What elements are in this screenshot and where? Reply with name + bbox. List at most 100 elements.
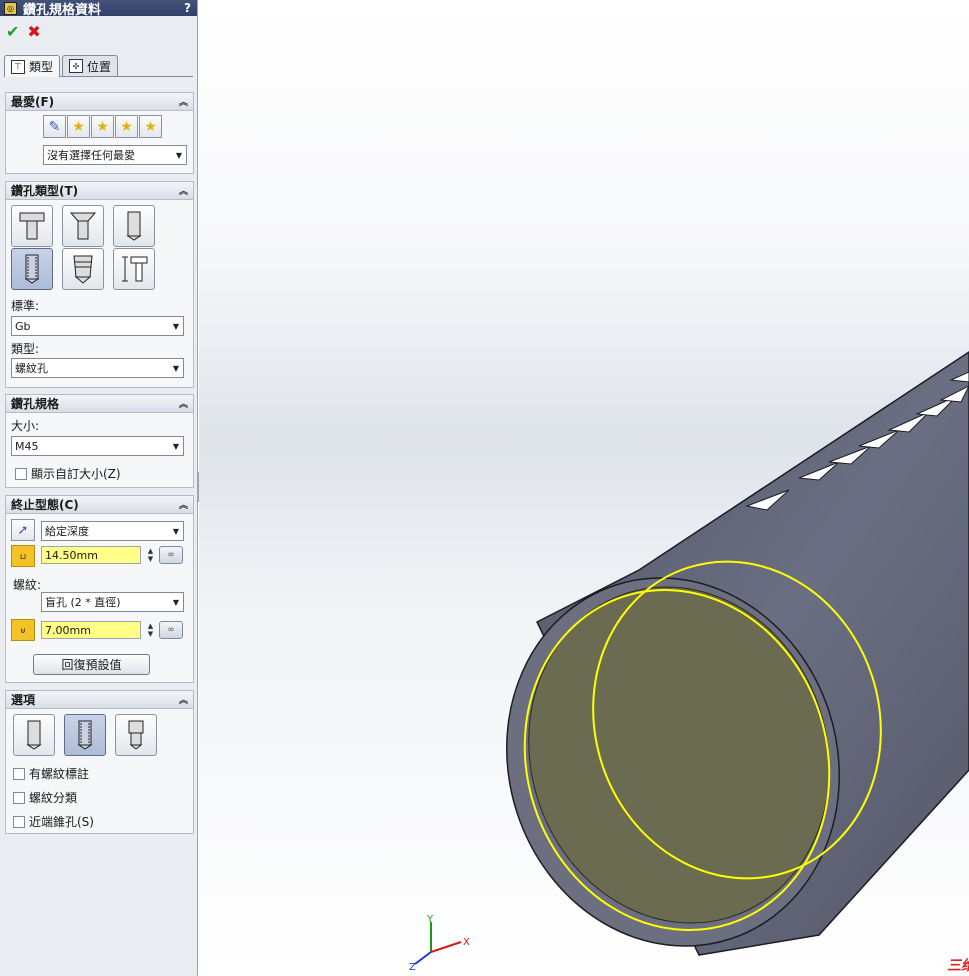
favorites-header[interactable]: 最愛(F) ︽ (6, 93, 193, 111)
thread-select[interactable]: 盲孔 (2 * 直徑) ▼ (41, 592, 184, 612)
countersink-icon[interactable] (62, 205, 104, 247)
custom-size-label: 顯示自訂大小(Z) (31, 467, 121, 481)
coordinate-triad: Y X Z (409, 914, 470, 972)
options-group: 選項 ︽ 有螺紋標註 螺紋分類 近端錐孔(S) (5, 690, 194, 834)
depth-input[interactable]: 14.50mm (41, 546, 141, 564)
tab-position-label: 位置 (87, 59, 112, 74)
thread-class-checkbox[interactable]: 螺紋分類 (13, 789, 77, 806)
thread-select-value: 盲孔 (2 * 直徑) (45, 596, 121, 609)
end-condition-select[interactable]: 給定深度 ▼ (41, 521, 184, 541)
near-side-countersink-label: 近端錐孔(S) (29, 815, 94, 829)
chevron-down-icon: ▼ (175, 150, 183, 160)
size-select-value: M45 (15, 439, 39, 453)
hole-spec-group: 鑽孔規格 ︽ 大小: M45 ▼ 顯示自訂大小(Z) (5, 394, 194, 488)
favorite-select[interactable]: 沒有選擇任何最愛 ▼ (43, 145, 187, 165)
delete-favorite-icon[interactable]: ★ (91, 115, 114, 138)
standard-select[interactable]: Gb ▼ (11, 316, 184, 336)
model-view (506, 351, 969, 956)
checkbox-box[interactable] (13, 791, 25, 804)
thread-depth-value: 7.00mm (45, 623, 91, 637)
hole-type-group: 鑽孔類型(T) ︽ 標準: Gb ▼ 類型: 螺紋孔 ▼ (5, 181, 194, 388)
remove-thread-icon[interactable] (115, 714, 157, 756)
depth-spinner[interactable]: ▲ ▼ (145, 546, 156, 564)
simple-hole-icon[interactable] (113, 205, 155, 247)
hole-type-header[interactable]: 鑽孔類型(T) ︽ (6, 182, 193, 200)
watermark: 三维网www.3dportal.cn (947, 958, 969, 976)
apply-defaults-icon[interactable]: ✎ (43, 115, 66, 138)
pipe-tap-icon[interactable] (62, 248, 104, 290)
chevron-down-icon: ▼ (172, 363, 180, 373)
cancel-button[interactable]: ✖ (27, 22, 40, 41)
checkbox-box[interactable] (13, 767, 25, 780)
axis-z-label: Z (409, 962, 416, 972)
chevron-down-icon: ▼ (172, 526, 180, 536)
thread-callout-checkbox[interactable]: 有螺紋標註 (13, 765, 89, 782)
end-condition-heading: 終止型態(C) (11, 498, 79, 512)
options-header[interactable]: 選項 ︽ (6, 691, 193, 709)
counterbore-icon[interactable] (11, 205, 53, 247)
help-icon[interactable]: ? (184, 1, 191, 15)
collapse-icon[interactable]: ︽ (179, 693, 188, 706)
thread-label: 螺紋: (13, 578, 42, 592)
panel-title: 鑽孔規格資料 (23, 2, 102, 17)
reverse-direction-icon[interactable]: ➚ (11, 519, 35, 541)
save-favorite-icon[interactable]: ★ (115, 115, 138, 138)
size-label: 大小: (11, 419, 40, 433)
near-side-countersink-checkbox[interactable]: 近端錐孔(S) (13, 813, 94, 830)
end-condition-select-value: 給定深度 (45, 525, 89, 538)
favorites-toolbar: ✎ ★ ★ ★ ★ (43, 115, 162, 138)
hole-spec-header[interactable]: 鑽孔規格 ︽ (6, 395, 193, 413)
favorites-heading: 最愛(F) (11, 95, 55, 109)
collapse-icon[interactable]: ︽ (179, 498, 188, 511)
ok-cancel-bar: ✔ ✖ (6, 22, 41, 41)
thread-depth-input[interactable]: 7.00mm (41, 621, 141, 639)
collapse-icon[interactable]: ︽ (179, 184, 188, 197)
cosmetic-thread-icon[interactable] (64, 714, 106, 756)
favorite-select-value: 沒有選擇任何最愛 (47, 149, 135, 162)
size-select[interactable]: M45 ▼ (11, 436, 184, 456)
tab-position[interactable]: ✣ 位置 (62, 55, 119, 76)
tab-type[interactable]: ⊤ 類型 (4, 55, 61, 77)
options-heading: 選項 (11, 693, 36, 707)
thread-depth-icon: ⊎ (11, 619, 35, 641)
collapse-icon[interactable]: ︽ (179, 95, 188, 108)
thread-depth-spinner[interactable]: ▲ ▼ (145, 621, 156, 639)
position-icon: ✣ (69, 59, 84, 73)
thread-callout-label: 有螺紋標註 (29, 767, 90, 781)
collapse-icon[interactable]: ︽ (179, 397, 188, 410)
tab-bar: ⊤ 類型 ✣ 位置 (4, 55, 193, 77)
custom-size-checkbox[interactable]: 顯示自訂大小(Z) (15, 465, 121, 482)
thread-class-label: 螺紋分類 (29, 791, 78, 805)
axis-y-label: Y (426, 914, 434, 925)
end-condition-header[interactable]: 終止型態(C) ︽ (6, 496, 193, 514)
tab-type-label: 類型 (29, 60, 54, 74)
type-select-value: 螺紋孔 (15, 362, 48, 375)
restore-defaults-label: 回復預設值 (61, 658, 122, 672)
link-value-icon[interactable]: ∞ (159, 546, 183, 564)
axis-x-label: X (463, 937, 470, 948)
checkbox-box[interactable] (13, 815, 25, 828)
depth-value: 14.50mm (45, 548, 98, 562)
ok-button[interactable]: ✔ (6, 22, 19, 41)
standard-label: 標準: (11, 299, 40, 313)
end-condition-group: 終止型態(C) ︽ ➚ 給定深度 ▼ ⊔ 14.50mm ▲ ▼ ∞ 螺紋: 盲孔… (5, 495, 194, 683)
type-label: 類型: (11, 342, 40, 356)
type-select[interactable]: 螺紋孔 ▼ (11, 358, 184, 378)
chevron-down-icon: ▼ (172, 321, 180, 331)
graphics-area[interactable]: Y X Z 三维网www.3dportal.cn (199, 0, 969, 976)
add-favorite-icon[interactable]: ★ (67, 115, 90, 138)
hole-spec-heading: 鑽孔規格 (11, 397, 60, 411)
checkbox-box[interactable] (15, 467, 27, 480)
favorites-group: 最愛(F) ︽ ✎ ★ ★ ★ ★ 沒有選擇任何最愛 ▼ (5, 92, 194, 174)
hole-type-icon: ⊤ (11, 59, 25, 74)
chevron-down-icon: ▼ (172, 441, 180, 451)
tapped-hole-icon[interactable] (11, 248, 53, 290)
tap-drill-icon[interactable] (13, 714, 55, 756)
standard-select-value: Gb (15, 319, 31, 333)
load-favorite-icon[interactable]: ★ (139, 115, 162, 138)
restore-defaults-button[interactable]: 回復預設值 (33, 654, 150, 675)
hole-wizard-icon: ◎ (4, 1, 17, 15)
link-value-icon[interactable]: ∞ (159, 621, 183, 639)
panel-title-bar: ◎ 鑽孔規格資料 ? (0, 0, 197, 16)
legacy-hole-icon[interactable] (113, 248, 155, 290)
